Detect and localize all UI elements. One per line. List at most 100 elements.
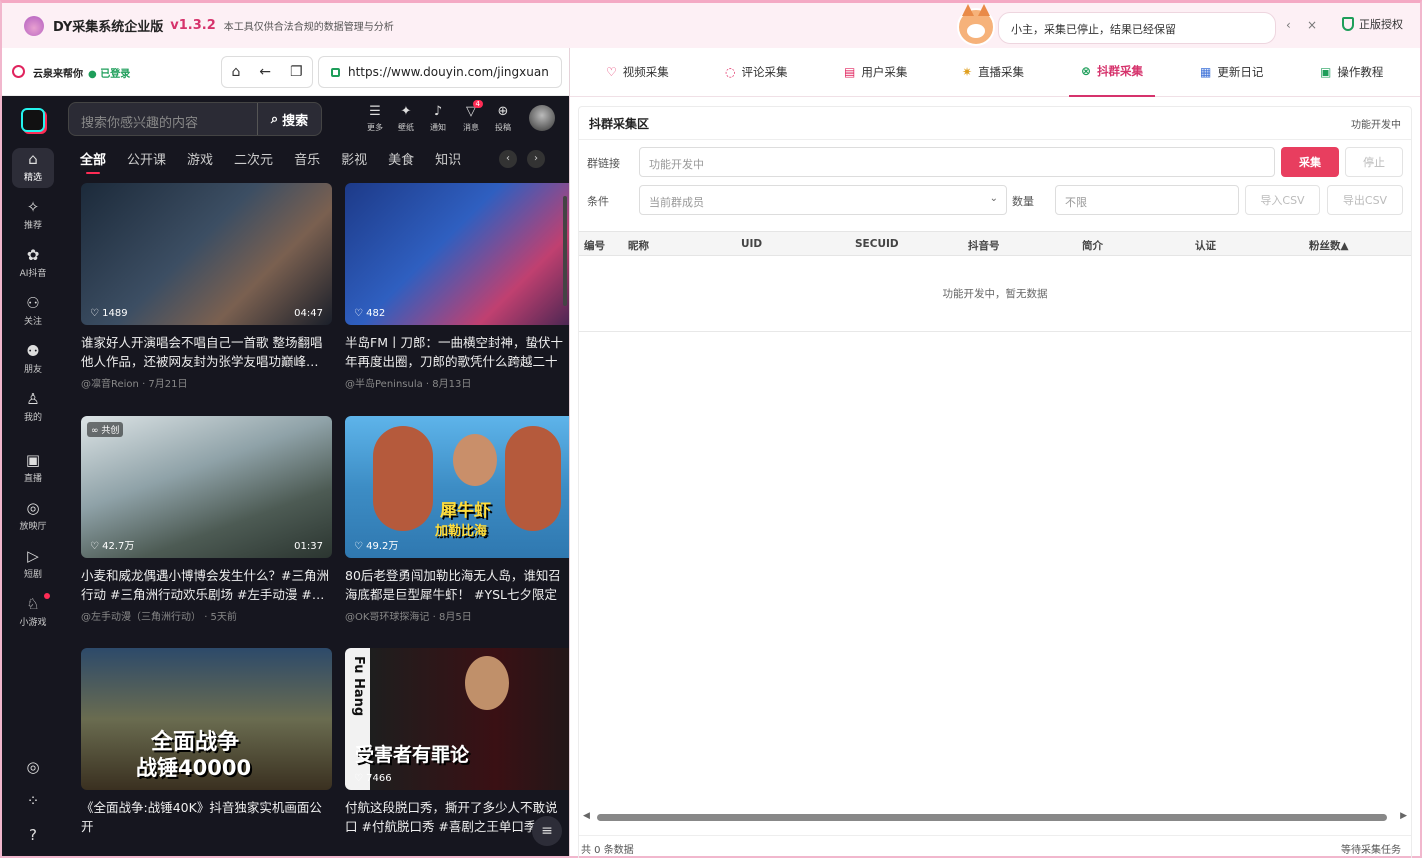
sidebar-item-pengyou[interactable]: ⚉ 朋友	[12, 340, 54, 380]
sidebar-item-zhibo[interactable]: ▣ 直播	[12, 449, 54, 489]
tab-video[interactable]: ♡ 视频采集	[594, 48, 681, 97]
license-button[interactable]: 正版授权	[1342, 16, 1403, 32]
count-input[interactable]: 不限	[1055, 185, 1239, 215]
category-tab[interactable]: 知识	[435, 149, 461, 168]
video-card[interactable]: 全面战争 战锤40000 《全面战争:战锤40K》抖音独家实机画面公开	[81, 648, 332, 836]
browser-nav-buttons: ⌂ ← ❐	[221, 56, 313, 88]
video-card[interactable]: ♡ 482 半岛FM丨刀郎：一曲横空封神，蛰伏十年再度出圈，刀郎的歌凭什么跨越二…	[345, 183, 569, 390]
column-header[interactable]: 昵称	[628, 238, 649, 253]
filter-button[interactable]: ≡	[532, 816, 562, 846]
tab-guide[interactable]: ▣ 操作教程	[1308, 48, 1395, 97]
category-tab[interactable]: 影视	[341, 149, 367, 168]
tv-icon: ▣	[25, 451, 41, 469]
video-thumbnail[interactable]: ♡ 1489 04:47	[81, 183, 332, 325]
search-button[interactable]: ⌕ 搜索	[257, 103, 321, 135]
chevron-left-icon[interactable]: ‹	[499, 150, 517, 168]
category-tab[interactable]: 游戏	[187, 149, 213, 168]
douyin-search-box[interactable]: 搜索你感兴趣的内容 ⌕ 搜索	[68, 102, 322, 136]
video-card[interactable]: ∞ 共创 ♡ 42.7万 01:37 小麦和威龙偶遇小博博会发生什么？#三角洲行…	[81, 416, 332, 623]
settings-button[interactable]: ◎	[12, 756, 54, 780]
sidebar-item-fangyingting[interactable]: ◎ 放映厅	[12, 497, 54, 537]
sidebar-item-duanju[interactable]: ▷ 短剧	[12, 545, 54, 585]
column-header[interactable]: SECUID	[855, 238, 899, 250]
feed-scrollbar[interactable]	[563, 196, 567, 306]
video-title[interactable]: 谁家好人开演唱会不唱自己一首歌 整场翻唱他人作品，还被网友封为张学友唱功巅峰…	[81, 333, 332, 371]
column-header[interactable]: 认证	[1195, 238, 1216, 253]
copy-icon[interactable]: ❐	[290, 64, 303, 80]
tab-comment[interactable]: ◌ 评论采集	[713, 48, 799, 97]
tab-group[interactable]: ⊗ 抖群采集	[1069, 48, 1156, 97]
top-more-button[interactable]: ☰ 更多	[359, 102, 391, 133]
category-tab[interactable]: 公开课	[127, 149, 166, 168]
sidebar-item-guanzhu[interactable]: ⚇ 关注	[12, 292, 54, 332]
column-header[interactable]: UID	[741, 238, 762, 250]
import-csv-button[interactable]: 导入CSV	[1245, 185, 1320, 215]
tab-changelog[interactable]: ▦ 更新日记	[1188, 48, 1275, 97]
stop-button[interactable]: 停止	[1345, 147, 1403, 177]
video-thumbnail[interactable]: ♡ 482	[345, 183, 569, 325]
top-upload-button[interactable]: ⊕ 投稿	[487, 102, 519, 133]
category-tab[interactable]: 二次元	[234, 149, 273, 168]
category-tab[interactable]: 音乐	[294, 149, 320, 168]
feature-tabs: ♡ 视频采集 ◌ 评论采集 ▤ 用户采集 ✷ 直播采集 ⊗ 抖群采集 ▦ 更新日记 ▣ 操作教…	[570, 48, 1420, 97]
chevron-left-icon[interactable]: ‹	[1286, 18, 1291, 32]
chevron-right-icon[interactable]: ›	[527, 150, 545, 168]
column-header[interactable]: 编号	[584, 238, 605, 253]
column-header[interactable]: 简介	[1082, 238, 1103, 253]
group-link-input[interactable]: 功能开发中	[639, 147, 1275, 177]
category-tab[interactable]: 美食	[388, 149, 414, 168]
video-thumbnail[interactable]: 犀牛虾 加勒比海 ♡ 49.2万	[345, 416, 569, 558]
category-tab[interactable]: 全部	[80, 149, 106, 174]
guide-icon: ▣	[1320, 65, 1332, 79]
video-thumbnail[interactable]: Fu Hang 受害者有罪论 ♡ 7466	[345, 648, 569, 790]
video-card[interactable]: Fu Hang 受害者有罪论 ♡ 7466 付航这段脱口秀，撕开了多少人不敢说口…	[345, 648, 569, 836]
tab-live[interactable]: ✷ 直播采集	[950, 48, 1036, 97]
column-header[interactable]: 粉丝数▲	[1309, 238, 1349, 253]
play-icon: ▷	[27, 547, 39, 565]
sidebar-item-wode[interactable]: ♙ 我的	[12, 388, 54, 428]
column-header[interactable]: 抖音号	[968, 238, 1000, 253]
like-count: ♡ 42.7万	[90, 541, 135, 552]
top-notify-button[interactable]: ♪ 通知	[422, 102, 454, 133]
export-csv-button[interactable]: 导出CSV	[1327, 185, 1403, 215]
video-title[interactable]: 半岛FM丨刀郎：一曲横空封神，蛰伏十年再度出圈，刀郎的歌凭什么跨越二十年依	[345, 333, 567, 371]
message-badge: 4	[472, 100, 483, 108]
video-meta: @OK哥环球探海记 · 8月5日	[345, 612, 472, 623]
chevron-down-icon: ⌄	[989, 193, 998, 204]
home-icon[interactable]: ⌂	[231, 64, 240, 80]
count-label: 数量	[1012, 195, 1034, 208]
sidebar-item-jingxuan[interactable]: ⌂ 精选	[12, 148, 54, 188]
douyin-logo-icon[interactable]	[21, 108, 45, 132]
scroll-left-icon[interactable]: ◀	[583, 811, 590, 821]
profile-icon: ♙	[26, 390, 40, 408]
collect-button[interactable]: 采集	[1281, 147, 1339, 177]
url-input[interactable]: https://www.douyin.com/jingxuan	[318, 56, 562, 88]
sidebar-item-ai[interactable]: ✿ AI抖音	[12, 244, 54, 284]
sidebar-item-tuijian[interactable]: ✧ 推荐	[12, 196, 54, 236]
condition-select[interactable]: 当前群成员 ⌄	[639, 185, 1007, 215]
apps-button[interactable]: ⁘	[12, 790, 54, 814]
close-icon[interactable]: ×	[1307, 18, 1317, 32]
video-title[interactable]: 80后老登勇闯加勒比海无人岛，谁知召海底都是巨型犀牛虾！ #YSL七夕限定	[345, 566, 567, 604]
video-card[interactable]: ♡ 1489 04:47 谁家好人开演唱会不唱自己一首歌 整场翻唱他人作品，还被…	[81, 183, 332, 390]
help-button[interactable]: ?	[12, 824, 54, 848]
scroll-right-icon[interactable]: ▶	[1400, 811, 1407, 821]
video-title[interactable]: 《全面战争:战锤40K》抖音独家实机画面公开	[81, 798, 332, 836]
group-icon: ⊗	[1081, 64, 1092, 78]
tab-user[interactable]: ▤ 用户采集	[832, 48, 919, 97]
filter-icon: ≡	[541, 823, 553, 839]
heart-icon: ♡	[606, 65, 617, 79]
video-card[interactable]: 犀牛虾 加勒比海 ♡ 49.2万 80后老登勇闯加勒比海无人岛，谁知召海底都是巨…	[345, 416, 569, 623]
like-count: ♡ 482	[354, 308, 386, 319]
sidebar-item-xiaoyouxi[interactable]: ♘ 小游戏	[12, 593, 54, 633]
scroll-thumb[interactable]	[597, 814, 1387, 821]
video-thumbnail[interactable]: 全面战争 战锤40000	[81, 648, 332, 790]
video-title[interactable]: 小麦和威龙偶遇小博博会发生什么？#三角洲行动 #三角洲行动欢乐剧场 #左手动漫 …	[81, 566, 332, 604]
avatar[interactable]	[529, 105, 555, 131]
video-thumbnail[interactable]: ∞ 共创 ♡ 42.7万 01:37	[81, 416, 332, 558]
top-wallpaper-button[interactable]: ✦ 壁纸	[390, 102, 422, 133]
browser-address-bar: 云泉来帮你 ● 已登录 ⌂ ← ❐ https://www.douyin.com…	[2, 48, 569, 96]
table-horizontal-scrollbar[interactable]: ◀ ▶	[583, 811, 1407, 823]
top-message-button[interactable]: 4 ▽ 消息	[455, 100, 487, 133]
back-arrow-icon[interactable]: ←	[259, 64, 271, 80]
